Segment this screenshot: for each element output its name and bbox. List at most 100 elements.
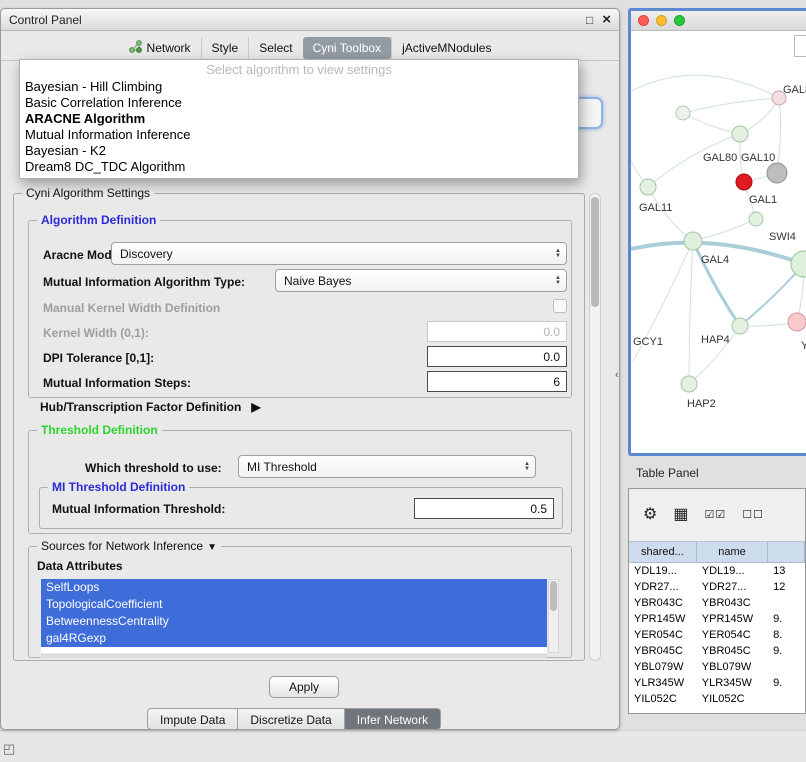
- network-node[interactable]: [736, 174, 752, 190]
- table-header-row: shared...name: [629, 541, 805, 563]
- table-cell: [768, 595, 805, 611]
- tab-network[interactable]: Network: [119, 36, 201, 60]
- selected-value: Discovery: [120, 247, 173, 261]
- which-threshold-label: Which threshold to use:: [85, 461, 222, 475]
- mi-threshold-definition-group: MI Threshold Definition Mutual Informati…: [39, 487, 563, 529]
- network-window-titlebar[interactable]: [631, 11, 806, 31]
- table-cell: YBR043C: [697, 595, 768, 611]
- attribute-list-item[interactable]: gal4RGexp: [41, 630, 547, 647]
- column-header[interactable]: name: [697, 542, 768, 562]
- tab-select[interactable]: Select: [248, 37, 302, 59]
- network-node[interactable]: [640, 179, 656, 195]
- network-node[interactable]: [767, 163, 787, 183]
- table-row[interactable]: YDL19...YDL19...13: [629, 563, 805, 579]
- node-label: GAL10: [741, 152, 775, 164]
- algorithm-option[interactable]: Bayesian - Hill Climbing: [20, 79, 578, 95]
- columns-icon[interactable]: ▦: [673, 507, 688, 523]
- table-row[interactable]: YBL079WYBL079W: [629, 659, 805, 675]
- table-row[interactable]: YLR345WYLR345W9.: [629, 675, 805, 691]
- network-node[interactable]: [788, 313, 806, 331]
- network-node[interactable]: [791, 251, 806, 277]
- algorithm-option[interactable]: Bayesian - K2: [20, 143, 578, 159]
- network-node[interactable]: [732, 318, 748, 334]
- network-node[interactable]: [684, 232, 702, 250]
- tab-label: jActiveMNodules: [402, 41, 491, 55]
- tab-jactivemnodules[interactable]: jActiveMNodules: [391, 37, 501, 59]
- table-cell: YLR345W: [629, 675, 697, 691]
- data-attributes-list[interactable]: SelfLoopsTopologicalCoefficientBetweenne…: [41, 579, 547, 653]
- chevron-right-icon: ▶: [251, 400, 260, 414]
- attribute-list-item[interactable]: SelfLoops: [41, 579, 547, 596]
- mi-threshold-field[interactable]: 0.5: [414, 498, 554, 519]
- table-row[interactable]: YIL052CYIL052C: [629, 691, 805, 707]
- manual-kernel-checkbox[interactable]: [553, 299, 567, 313]
- scrollbar-thumb[interactable]: [550, 581, 557, 611]
- deselect-all-rows-icon[interactable]: ☐☐: [742, 507, 764, 523]
- network-edge[interactable]: [683, 98, 779, 113]
- table-row[interactable]: YER054CYER054C8.: [629, 627, 805, 643]
- network-node[interactable]: [732, 126, 748, 142]
- network-node[interactable]: [749, 212, 763, 226]
- mi-algorithm-type-select[interactable]: Naive Bayes ▲▼: [275, 269, 567, 292]
- chevron-down-icon[interactable]: ▼: [207, 542, 217, 553]
- select-all-rows-icon[interactable]: ☑☑: [704, 507, 726, 523]
- table-cell: YDL19...: [697, 563, 768, 579]
- tab-cyni-toolbox[interactable]: Cyni Toolbox: [303, 37, 391, 59]
- algorithm-option[interactable]: Dream8 DC_TDC Algorithm: [20, 159, 578, 175]
- tab-impute-data[interactable]: Impute Data: [147, 708, 238, 730]
- mi-type-label: Mutual Information Algorithm Type:: [43, 275, 245, 289]
- column-header[interactable]: shared...: [629, 542, 697, 562]
- which-threshold-select[interactable]: MI Threshold ▲▼: [238, 455, 536, 478]
- attributes-list-scrollbar[interactable]: [548, 579, 559, 653]
- minimized-panel-icon[interactable]: ◰: [3, 741, 15, 757]
- network-edge[interactable]: [777, 98, 781, 173]
- hub-definition-toggle[interactable]: Hub/Transcription Factor Definition ▶: [40, 400, 261, 414]
- algorithm-option[interactable]: ARACNE Algorithm: [20, 111, 578, 127]
- network-edge[interactable]: [631, 75, 779, 98]
- birdseye-box[interactable]: [794, 35, 806, 57]
- network-edge[interactable]: [683, 113, 740, 134]
- close-traffic-light[interactable]: [638, 15, 649, 26]
- network-canvas[interactable]: GAL8GAL80GAL10GAL11GAL1SWI4GAL4GCY1HAP4Y…: [631, 31, 806, 456]
- table-row[interactable]: YPR145WYPR145W9.: [629, 611, 805, 627]
- settings-scrollbar[interactable]: [589, 193, 601, 661]
- control-panel-titlebar[interactable]: Control Panel □ ×: [1, 9, 619, 31]
- table-cell: YIL052C: [629, 691, 697, 707]
- combo-arrows-icon: ▲▼: [555, 276, 561, 286]
- table-cell: YDL19...: [629, 563, 697, 579]
- network-edge[interactable]: [648, 187, 693, 241]
- control-panel-window: Control Panel □ × Network Styl: [0, 8, 620, 730]
- dpi-tolerance-field[interactable]: 0.0: [427, 346, 567, 367]
- scrollbar-thumb[interactable]: [591, 197, 599, 307]
- minimize-traffic-light[interactable]: [656, 15, 667, 26]
- table-row[interactable]: YBR043CYBR043C: [629, 595, 805, 611]
- mi-steps-field[interactable]: 6: [427, 371, 567, 392]
- algorithm-option[interactable]: Mutual Information Inference: [20, 127, 578, 143]
- close-window-icon[interactable]: ×: [602, 14, 611, 26]
- manual-kernel-label: Manual Kernel Width Definition: [43, 301, 220, 315]
- kernel-width-field[interactable]: 0.0: [427, 321, 567, 342]
- table-row[interactable]: YBR045CYBR045C9.: [629, 643, 805, 659]
- column-header[interactable]: [768, 542, 805, 562]
- aracne-mode-select[interactable]: Discovery ▲▼: [111, 242, 567, 265]
- algorithm-option[interactable]: Basic Correlation Inference: [20, 95, 578, 111]
- tab-style[interactable]: Style: [201, 37, 249, 59]
- table-cell: YIL052C: [697, 691, 768, 707]
- table-row[interactable]: YDR27...YDR27...12: [629, 579, 805, 595]
- network-node[interactable]: [681, 376, 697, 392]
- network-node[interactable]: [676, 106, 690, 120]
- attribute-list-item[interactable]: BetweennessCentrality: [41, 613, 547, 630]
- tab-discretize-data[interactable]: Discretize Data: [237, 708, 344, 730]
- zoom-traffic-light[interactable]: [674, 15, 685, 26]
- gear-icon[interactable]: ⚙: [643, 507, 657, 523]
- attribute-list-item[interactable]: TopologicalCoefficient: [41, 596, 547, 613]
- network-edge[interactable]: [689, 241, 693, 384]
- tab-infer-network[interactable]: Infer Network: [344, 708, 441, 730]
- attributes-list-hscrollbar[interactable]: [41, 654, 547, 658]
- apply-button[interactable]: Apply: [269, 676, 339, 698]
- float-window-icon[interactable]: □: [586, 13, 593, 27]
- dropdown-placeholder: Select algorithm to view settings: [20, 60, 578, 79]
- hub-definition-label: Hub/Transcription Factor Definition: [40, 400, 241, 414]
- network-edge[interactable]: [693, 219, 756, 241]
- splitter-collapse-icon[interactable]: ‹: [615, 369, 619, 381]
